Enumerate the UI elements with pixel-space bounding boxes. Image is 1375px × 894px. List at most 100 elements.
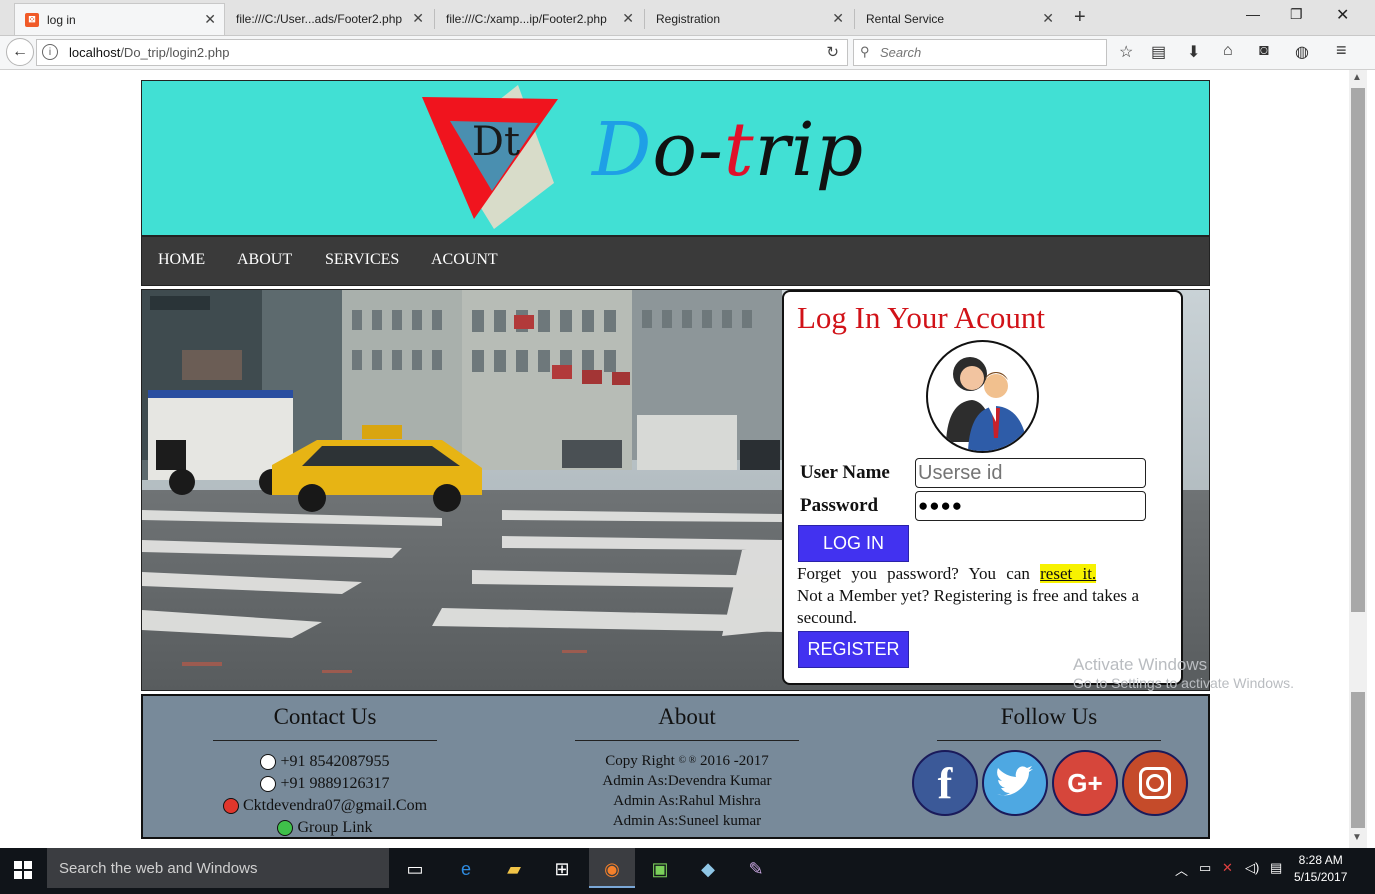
url-text[interactable]: localhost/Do_trip/login2.php (69, 45, 229, 60)
search-input[interactable] (878, 44, 1082, 61)
google-plus-icon[interactable]: G+ (1052, 750, 1118, 816)
network-icon[interactable]: ✕ (1222, 860, 1233, 876)
login-title: Log In Your Acount (797, 300, 1046, 335)
tab-divider (854, 9, 855, 29)
username-label: User Name (800, 462, 890, 483)
restore-button[interactable]: ❐ (1290, 6, 1303, 23)
nav-acount[interactable]: ACOUNT (431, 251, 498, 269)
globe-icon[interactable]: ◍ (1295, 42, 1309, 62)
divider (937, 740, 1161, 741)
nav-services[interactable]: SERVICES (325, 251, 399, 269)
site-info-icon[interactable]: i (42, 44, 58, 60)
task-view-icon[interactable]: ▭ (400, 854, 430, 884)
tab-divider (434, 9, 435, 29)
new-tab-button[interactable]: + (1074, 6, 1086, 29)
twitter-icon[interactable] (982, 750, 1048, 816)
copyright: Copy Right © ® 2016 -2017 (575, 751, 799, 771)
firefox-icon[interactable]: ◉ (597, 854, 627, 884)
admin-3: Admin As:Suneel kumar (612, 813, 762, 829)
windows-start-icon[interactable] (14, 861, 32, 879)
close-tab-icon[interactable]: ✕ (832, 10, 844, 27)
scrollbar-thumb-lower (1351, 692, 1365, 828)
tab-title: file:///C:/User...ads/Footer2.php (236, 12, 403, 26)
bookmark-star-icon[interactable]: ☆ (1119, 42, 1133, 62)
close-tab-icon[interactable]: ✕ (204, 11, 216, 28)
taskbar-search-box[interactable]: Search the web and Windows (47, 848, 389, 888)
tab-registration[interactable]: Registration ✕ (646, 3, 852, 35)
nav-about[interactable]: ABOUT (237, 251, 292, 269)
site-header: Dt Do-trip (141, 80, 1210, 236)
scrollbar-thumb[interactable] (1351, 88, 1365, 612)
reading-list-icon[interactable]: ▤ (1151, 42, 1166, 62)
nav-home[interactable]: HOME (158, 251, 205, 269)
xampp-favicon-icon: ⊠ (25, 12, 39, 27)
password-label: Password (800, 495, 879, 516)
phone-1: +91 8542087955 (213, 751, 437, 773)
brand-letter-t: t (723, 107, 755, 193)
close-tab-icon[interactable]: ✕ (412, 10, 424, 27)
menu-hamburger-icon[interactable]: ≡ (1336, 40, 1347, 61)
home-icon[interactable]: ⌂ (1223, 42, 1233, 60)
edge-browser-icon[interactable]: e (451, 854, 481, 884)
paint-icon[interactable]: ✎ (741, 854, 771, 884)
gmail-icon (222, 798, 239, 814)
tab-footer2-downloads[interactable]: file:///C:/User...ads/Footer2.php ✕ (226, 3, 432, 35)
downloads-icon[interactable]: ⬇ (1187, 42, 1200, 62)
group-link[interactable]: Group Link (213, 817, 437, 839)
close-tab-icon[interactable]: ✕ (1042, 10, 1054, 27)
address-bar[interactable]: i localhost/Do_trip/login2.php ↻ (36, 39, 848, 66)
username-input[interactable] (915, 458, 1146, 488)
search-box[interactable]: ⚲ (853, 39, 1107, 66)
reset-link[interactable]: reset it. (1040, 564, 1097, 583)
tab-title: Rental Service (866, 12, 945, 26)
system-clock[interactable]: 8:28 AM 5/15/2017 (1294, 852, 1347, 886)
copyright-marks: © ® (678, 755, 697, 766)
forgot-text: Forget you password? You can (797, 564, 1030, 583)
instagram-icon[interactable] (1122, 750, 1188, 816)
notepad-plus-icon[interactable]: ▣ (645, 854, 675, 884)
divider (575, 740, 799, 741)
login-button[interactable]: LOG IN (798, 525, 909, 562)
follow-column: Follow Us (937, 696, 1161, 751)
tab-log-in[interactable]: ⊠ log in ✕ (14, 3, 225, 35)
store-icon[interactable]: ⊞ (547, 854, 577, 884)
volume-icon[interactable]: ◁) (1245, 860, 1259, 876)
reload-icon[interactable]: ↻ (826, 43, 839, 61)
tab-title: Registration (656, 12, 721, 26)
watermark-line-2: Go to Settings to activate Windows. (1073, 675, 1294, 691)
notification-icon[interactable]: ▤ (1270, 860, 1282, 876)
pocket-icon[interactable]: ◙ (1259, 42, 1269, 60)
main-nav: HOME ABOUT SERVICES ACOUNT (141, 236, 1210, 286)
site-footer: Contact Us +91 8542087955 +91 9889126317… (141, 694, 1210, 839)
phone-2-text: +91 9889126317 (280, 775, 390, 792)
email-text[interactable]: Cktdevendra07@gmail.Com (243, 795, 427, 817)
search-icon: ⚲ (860, 44, 870, 59)
tray-chevron-icon[interactable]: ︿ (1175, 860, 1188, 879)
brand-name: Do-trip (592, 107, 864, 193)
back-button[interactable]: ← (6, 38, 34, 66)
register-button[interactable]: REGISTER (798, 631, 909, 668)
battery-icon[interactable]: ▭ (1199, 860, 1211, 876)
twitter-bird-icon (997, 766, 1033, 796)
brand-mid: o- (652, 107, 724, 193)
forgot-password-text: Forget you password? You can reset it. (797, 563, 1139, 585)
app-icon[interactable]: ◆ (693, 854, 723, 884)
file-explorer-icon[interactable]: ▰ (499, 854, 529, 884)
close-tab-icon[interactable]: ✕ (622, 10, 634, 27)
tab-footer2-xampp[interactable]: file:///C:/xamp...ip/Footer2.php ✕ (436, 3, 642, 35)
copyright-years: 2016 -2017 (700, 753, 769, 769)
facebook-icon[interactable]: f (912, 750, 978, 816)
url-path: /Do_trip/login2.php (120, 45, 230, 60)
scroll-down-icon[interactable]: ▼ (1352, 832, 1362, 843)
close-window-button[interactable]: ✕ (1336, 5, 1349, 25)
windows-taskbar: Search the web and Windows ▭ e ▰ ⊞ ◉ ▣ ◆… (0, 848, 1375, 894)
tab-rental-service[interactable]: Rental Service ✕ (856, 3, 1062, 35)
minimize-button[interactable]: — (1246, 6, 1260, 22)
scroll-up-icon[interactable]: ▲ (1352, 72, 1362, 83)
logo-monogram: Dt (472, 119, 520, 165)
admin-1: Admin As:Devendra Kumar (602, 773, 772, 789)
group-link-text[interactable]: Group Link (297, 817, 372, 839)
password-input[interactable]: ●●●● (915, 491, 1146, 521)
whatsapp-icon (277, 820, 294, 836)
contact-title: Contact Us (273, 704, 377, 729)
